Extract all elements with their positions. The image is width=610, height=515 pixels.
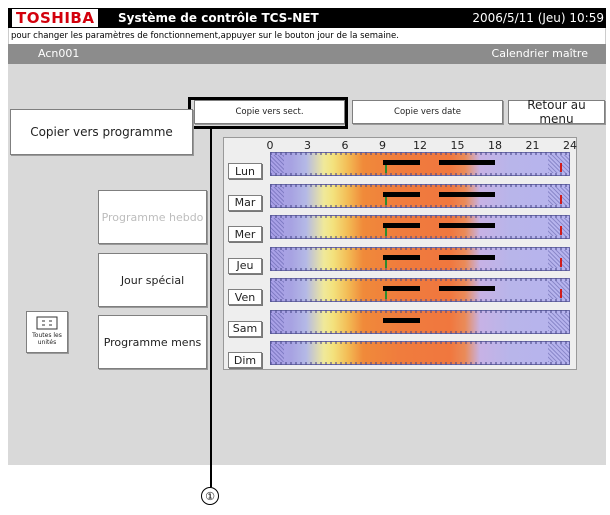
day-button-jeu[interactable]: Jeu (228, 257, 262, 274)
start-marker (385, 228, 387, 236)
stop-marker (560, 194, 562, 204)
copy-to-date-button[interactable]: Copie vers date (352, 100, 503, 124)
schedule-bar (438, 286, 495, 291)
hatch-left (270, 218, 284, 236)
hatch-left (270, 155, 284, 173)
date-time: 2006/5/11 (Jeu) 10:59 (472, 11, 604, 25)
day-button-sam[interactable]: Sam (228, 320, 262, 337)
back-to-menu-button[interactable]: Retour au menu (508, 98, 605, 126)
schedule-track[interactable] (270, 246, 570, 271)
unit-address: Acn001 (38, 47, 80, 60)
weekly-program-button[interactable]: Programme hebdo (98, 190, 207, 244)
all-units-icon (36, 316, 58, 330)
hatch-right (548, 218, 570, 236)
schedule-bar (438, 254, 495, 260)
hour-tick-0: 0 (266, 139, 274, 152)
all-units-label-1: Toutes les (32, 332, 62, 339)
hour-tick-12: 12 (413, 139, 427, 152)
hatch-right (548, 186, 570, 205)
schedule-track[interactable] (270, 152, 570, 176)
schedule-bar (438, 223, 495, 228)
start-marker (385, 291, 387, 299)
all-units-button[interactable]: Toutes les unités (26, 311, 68, 353)
day-button-ven[interactable]: Ven (228, 289, 262, 305)
monthly-program-button[interactable]: Programme mens (98, 315, 207, 369)
schedule-bar (382, 317, 420, 323)
stop-marker (560, 226, 562, 235)
schedule-bar (438, 160, 495, 165)
callout-line (210, 129, 212, 487)
schedule-track[interactable] (270, 309, 570, 334)
hatch-left (270, 312, 284, 331)
start-marker (385, 196, 387, 205)
hatch-right (548, 344, 570, 362)
day-button-mer[interactable]: Mer (228, 226, 262, 242)
hour-tick-18: 18 (488, 139, 502, 152)
hatch-left (270, 186, 284, 205)
day-button-mar[interactable]: Mar (228, 194, 262, 211)
start-marker (385, 259, 387, 268)
callout-highlight-frame (188, 97, 348, 129)
special-day-button[interactable]: Jour spécial (98, 253, 207, 307)
callout-number: ① (201, 487, 219, 505)
weekly-calendar: 0 3 6 9 12 15 18 21 24 Lun Mar Mer Jeu Ven Sam Dim (223, 137, 577, 370)
hour-tick-24: 24 (563, 139, 577, 152)
toshiba-logo: TOSHIBA (12, 9, 99, 27)
stop-marker (560, 163, 562, 172)
hatch-right (548, 155, 570, 173)
hatch-left (270, 281, 284, 299)
schedule-bar (382, 191, 420, 197)
hatch-right (548, 281, 570, 299)
schedule-bar (382, 223, 420, 228)
schedule-track[interactable] (270, 278, 570, 302)
hatch-right (548, 312, 570, 331)
copy-to-program-button[interactable]: Copier vers programme (10, 109, 193, 155)
hatch-left (270, 344, 284, 362)
app-title: Système de contrôle TCS-NET (118, 11, 319, 25)
hatch-left (270, 249, 284, 268)
hour-tick-9: 9 (379, 139, 386, 152)
schedule-bar (382, 160, 420, 165)
hour-tick-3: 3 (304, 139, 311, 152)
hatch-right (548, 249, 570, 268)
hour-tick-21: 21 (525, 139, 540, 152)
instruction-text: pour changer les paramètres de fonctionn… (8, 28, 606, 44)
hour-tick-15: 15 (450, 139, 465, 152)
schedule-track[interactable] (270, 183, 570, 208)
schedule-bar (438, 191, 495, 197)
header-bar: Acn001 Calendrier maître (8, 44, 606, 64)
title-bar: TOSHIBA Système de contrôle TCS-NET 2006… (8, 8, 606, 28)
day-button-dim[interactable]: Dim (228, 352, 262, 368)
screen-name: Calendrier maître (491, 47, 588, 60)
stop-marker (560, 257, 562, 267)
day-button-lun[interactable]: Lun (228, 163, 262, 179)
schedule-track[interactable] (270, 215, 570, 239)
schedule-bar (382, 286, 420, 291)
start-marker (385, 165, 387, 173)
stop-marker (560, 289, 562, 298)
hour-tick-6: 6 (341, 139, 349, 152)
all-units-label-2: unités (37, 339, 57, 346)
schedule-track[interactable] (270, 341, 570, 365)
schedule-bar (382, 254, 420, 260)
